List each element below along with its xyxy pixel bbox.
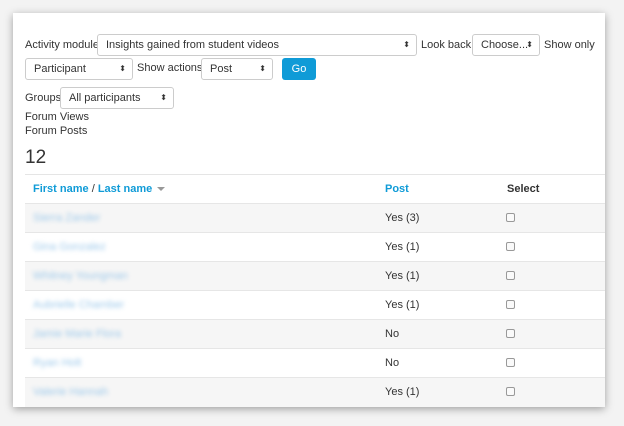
post-count: No: [385, 328, 400, 340]
show-actions-select[interactable]: Post ⬍: [201, 58, 273, 80]
table-row: Whitney Youngman Yes (1): [25, 261, 605, 291]
groups-value: All participants: [69, 92, 141, 104]
show-actions-label: Show actions: [137, 62, 203, 74]
table-row: Jamie Marie Flora No: [25, 319, 605, 349]
table-row: Gina Gonzalez Yes (1): [25, 232, 605, 262]
report-panel: Activity module Insights gained from stu…: [13, 13, 605, 407]
last-name-sort-link[interactable]: Last name: [98, 183, 152, 195]
show-only-value: Participant: [34, 63, 86, 75]
select-checkbox[interactable]: [506, 358, 515, 367]
sort-desc-icon: [157, 187, 166, 192]
up-down-caret-icon: ⬍: [403, 40, 410, 49]
post-column-header[interactable]: Post: [385, 183, 409, 195]
look-back-select[interactable]: Choose... ⬍: [472, 34, 540, 56]
select-checkbox[interactable]: [506, 242, 515, 251]
forum-posts-text: Forum Posts: [25, 125, 88, 137]
up-down-caret-icon: ⬍: [259, 64, 266, 73]
table-row: Aubrielle Chamber Yes (1): [25, 290, 605, 320]
show-only-label: Show only: [544, 39, 595, 51]
select-checkbox[interactable]: [506, 271, 515, 280]
up-down-caret-icon: ⬍: [119, 64, 126, 73]
participant-name-link[interactable]: Gina Gonzalez: [33, 233, 106, 262]
post-count: Yes (3): [385, 212, 420, 224]
post-count: No: [385, 357, 400, 369]
look-back-value: Choose...: [481, 39, 529, 51]
first-name-sort-link[interactable]: First name: [33, 183, 89, 195]
groups-select[interactable]: All participants ⬍: [60, 87, 174, 109]
table-row: Valerie Hannah Yes (1): [25, 377, 605, 407]
show-only-select[interactable]: Participant ⬍: [25, 58, 133, 80]
participant-name-link[interactable]: Valerie Hannah: [33, 378, 108, 407]
name-separator: /: [88, 183, 98, 195]
post-count: Yes (1): [385, 386, 420, 398]
participant-name-link[interactable]: Whitney Youngman: [33, 262, 128, 291]
post-count: Yes (1): [385, 241, 420, 253]
post-count: Yes (1): [385, 299, 420, 311]
select-column-header: Select: [507, 183, 540, 195]
up-down-caret-icon: ⬍: [160, 93, 167, 102]
participant-name-link[interactable]: Sierra Zander: [33, 204, 100, 233]
post-count: Yes (1): [385, 270, 420, 282]
scroll-fade: [25, 166, 155, 174]
participant-name-link[interactable]: Ryan Holt: [33, 349, 81, 378]
table-header: First name / Last name Post Select: [25, 174, 605, 204]
select-checkbox[interactable]: [506, 213, 515, 222]
select-checkbox[interactable]: [506, 387, 515, 396]
table-row: Sierra Zander Yes (3): [25, 203, 605, 233]
select-checkbox[interactable]: [506, 329, 515, 338]
activity-module-label: Activity module: [25, 39, 99, 51]
table-row: Ryan Holt No: [25, 348, 605, 378]
up-down-caret-icon: ⬍: [526, 40, 533, 49]
participant-name-link[interactable]: Jamie Marie Flora: [33, 320, 121, 349]
look-back-label: Look back: [421, 39, 472, 51]
go-button[interactable]: Go: [282, 58, 316, 80]
forum-views-text: Forum Views: [25, 111, 89, 123]
activity-module-select[interactable]: Insights gained from student videos ⬍: [97, 34, 417, 56]
select-checkbox[interactable]: [506, 300, 515, 309]
activity-module-value: Insights gained from student videos: [106, 39, 280, 51]
groups-label: Groups: [25, 92, 62, 104]
name-column-header: First name / Last name: [33, 175, 166, 204]
show-actions-value: Post: [210, 63, 233, 75]
participant-name-link[interactable]: Aubrielle Chamber: [33, 291, 124, 320]
